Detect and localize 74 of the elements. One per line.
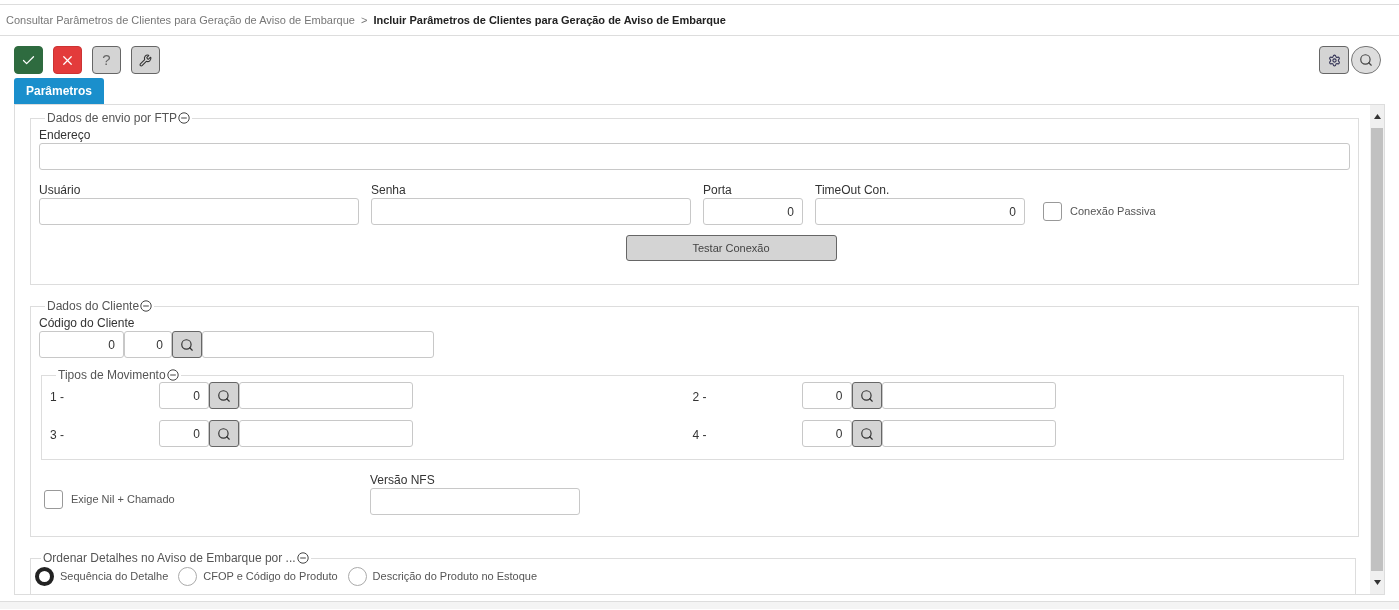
radio-button[interactable] [35,567,54,586]
settings-icon [1327,53,1341,67]
breadcrumb-link[interactable]: Consultar Parâmetros de Clientes para Geração de Aviso de Embarque [6,11,355,29]
settings-button[interactable] [1319,46,1349,74]
search-button[interactable] [1351,46,1381,74]
field-label: Endereço [39,127,92,143]
search-button[interactable] [851,382,882,409]
tool-button[interactable] [131,46,160,74]
row-label: 3 - [50,427,65,444]
field-label: Porta [703,182,733,198]
wrench-icon [139,53,152,67]
code-field[interactable]: 0 [801,420,852,447]
scrollbar[interactable] [1370,105,1384,594]
section-title: Tipos de Movimento [58,367,166,384]
field-label: TimeOut Con. [815,182,891,198]
help-button[interactable]: ? [92,46,121,74]
collapse-icon[interactable] [178,112,191,124]
code-field[interactable]: 0 [124,331,172,358]
scroll-down-icon[interactable] [1373,580,1381,585]
search-button[interactable] [209,420,239,447]
radio-label: Sequência do Detalhe [60,569,169,585]
scrollbar-thumb[interactable] [1371,128,1383,571]
tab[interactable]: Parâmetros [14,78,105,104]
breadcrumb-current: Incluir Parâmetros de Clientes para Geração de Aviso de Embarque [373,12,726,28]
radio-button[interactable] [347,567,367,586]
breadcrumb-separator: > [360,12,368,28]
input-field[interactable]: 0 [703,198,803,225]
search-icon [1359,53,1373,67]
confirm-button[interactable] [14,46,43,74]
input-field[interactable]: 0 [815,198,1025,225]
field-label: Usuário [39,182,82,198]
field-label: Versão NFS [370,472,436,488]
input-field[interactable] [370,488,580,515]
field-label: Senha [371,182,407,198]
description-field[interactable] [202,331,434,358]
address-field[interactable] [39,143,1350,170]
section-title: Dados do Cliente [47,298,140,315]
checkbox[interactable] [44,490,63,509]
collapse-icon[interactable] [166,369,179,381]
search-button[interactable] [209,382,239,409]
collapse-icon[interactable] [296,552,309,564]
description-field[interactable] [239,420,413,447]
search-button[interactable] [172,331,202,358]
scroll-up-icon[interactable] [1373,114,1381,119]
checkbox-label: Exige Nil + Chamado [71,492,175,508]
code-field[interactable]: 0 [39,331,124,358]
field-label: Código do Cliente [39,315,136,331]
description-field[interactable] [881,382,1056,409]
description-field[interactable] [881,420,1056,447]
radio-button[interactable] [178,567,198,586]
radio-label: Descrição do Produto no Estoque [372,569,538,585]
checkbox[interactable] [1043,202,1062,221]
search-icon [180,337,194,352]
search-icon [859,426,874,441]
row-label: 1 - [50,389,65,406]
code-field[interactable]: 0 [159,382,209,409]
section-title: Dados de envio por FTP [47,110,178,127]
row-label: 4 - [692,427,708,444]
test-connection-button[interactable]: Testar Conexão [625,235,837,261]
checkbox-label: Conexão Passiva [1070,204,1156,220]
search-icon [859,388,874,403]
search-button[interactable] [851,420,882,447]
search-icon [217,388,231,403]
search-icon [217,426,231,441]
cancel-button[interactable] [53,46,82,74]
row-label: 2 - [692,389,708,406]
input-field[interactable] [39,198,359,225]
input-field[interactable] [371,198,691,225]
collapse-icon[interactable] [140,300,153,312]
radio-label: CFOP e Código do Produto [203,569,338,585]
description-field[interactable] [239,382,413,409]
section-title: Ordenar Detalhes no Aviso de Embarque por ... [43,550,296,567]
code-field[interactable]: 0 [159,420,209,447]
code-field[interactable]: 0 [801,382,852,409]
